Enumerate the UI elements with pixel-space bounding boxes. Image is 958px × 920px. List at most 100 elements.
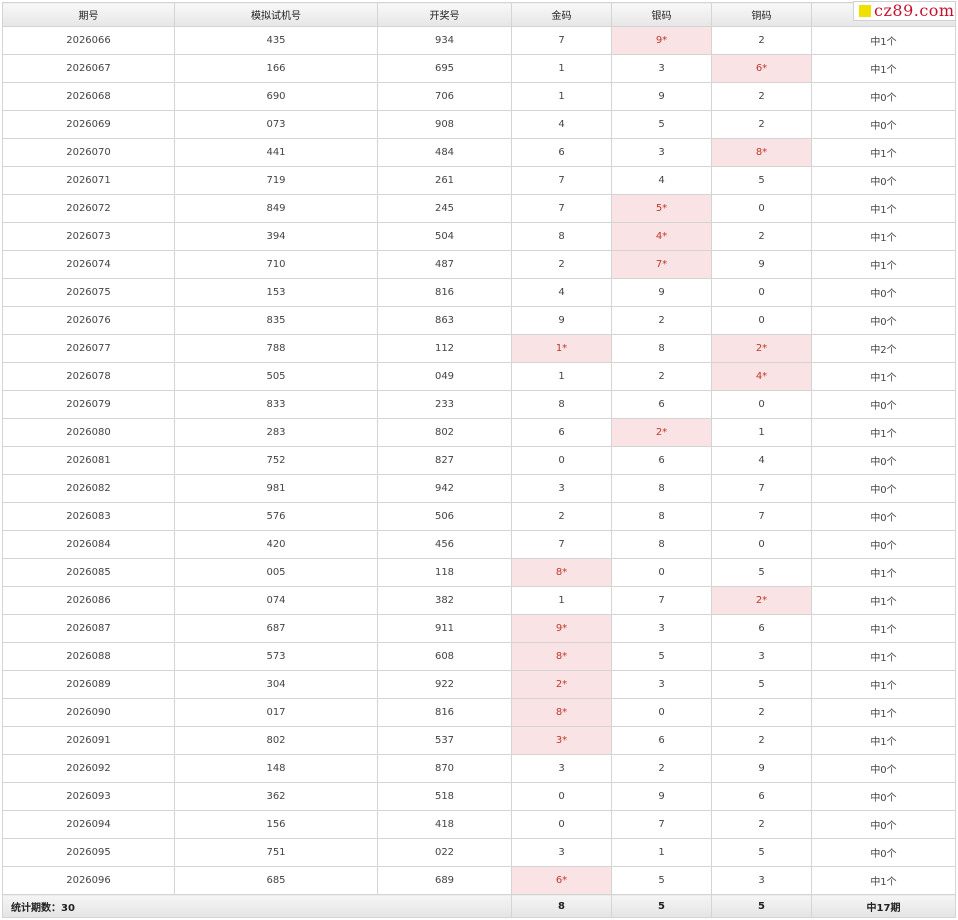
table-row: 2026094 156 418 0 7 2 中0个 [2, 810, 956, 839]
cell-draw-number: 802 [377, 418, 512, 447]
cell-bronze: 6* [711, 54, 812, 83]
cell-silver: 2 [611, 306, 712, 335]
cell-result: 中0个 [811, 810, 956, 839]
table-row: 2026077 788 112 1* 8 2* 中2个 [2, 334, 956, 363]
cell-sim-number: 394 [174, 222, 378, 251]
summary-gold: 8 [511, 894, 612, 918]
cell-silver: 0 [611, 698, 712, 727]
cell-bronze: 9 [711, 250, 812, 279]
cell-period: 2026068 [2, 82, 175, 111]
cell-result: 中1个 [811, 558, 956, 587]
cell-bronze: 6 [711, 782, 812, 811]
cell-period: 2026085 [2, 558, 175, 587]
table-row: 2026068 690 706 1 9 2 中0个 [2, 82, 956, 111]
cell-draw-number: 418 [377, 810, 512, 839]
cell-sim-number: 362 [174, 782, 378, 811]
cell-result: 中1个 [811, 670, 956, 699]
cell-silver: 6 [611, 726, 712, 755]
cell-silver: 8 [611, 530, 712, 559]
cell-gold: 8* [511, 698, 612, 727]
cell-draw-number: 827 [377, 446, 512, 475]
cell-sim-number: 835 [174, 306, 378, 335]
cell-result: 中1个 [811, 362, 956, 391]
cell-gold: 1 [511, 82, 612, 111]
table-row: 2026087 687 911 9* 3 6 中1个 [2, 614, 956, 643]
cell-draw-number: 456 [377, 530, 512, 559]
cell-draw-number: 695 [377, 54, 512, 83]
summary-bronze: 5 [711, 894, 812, 918]
cell-period: 2026082 [2, 474, 175, 503]
cell-silver: 9 [611, 782, 712, 811]
cell-result: 中0个 [811, 306, 956, 335]
cell-draw-number: 689 [377, 866, 512, 895]
cell-gold: 6 [511, 418, 612, 447]
table-row: 2026072 849 245 7 5* 0 中1个 [2, 194, 956, 223]
cell-silver: 6 [611, 390, 712, 419]
cell-bronze: 2 [711, 222, 812, 251]
cell-bronze: 0 [711, 390, 812, 419]
cell-silver: 5 [611, 642, 712, 671]
table-row: 2026093 362 518 0 9 6 中0个 [2, 782, 956, 811]
cell-sim-number: 017 [174, 698, 378, 727]
cell-period: 2026096 [2, 866, 175, 895]
cell-sim-number: 153 [174, 278, 378, 307]
cell-gold: 9* [511, 614, 612, 643]
cell-bronze: 9 [711, 754, 812, 783]
cell-result: 中0个 [811, 390, 956, 419]
cell-period: 2026081 [2, 446, 175, 475]
cell-gold: 3 [511, 474, 612, 503]
cell-bronze: 8* [711, 138, 812, 167]
cell-gold: 0 [511, 446, 612, 475]
table-row: 2026070 441 484 6 3 8* 中1个 [2, 138, 956, 167]
cell-period: 2026088 [2, 642, 175, 671]
cell-sim-number: 849 [174, 194, 378, 223]
cell-period: 2026089 [2, 670, 175, 699]
cell-period: 2026091 [2, 726, 175, 755]
cell-result: 中1个 [811, 26, 956, 55]
cell-period: 2026072 [2, 194, 175, 223]
cell-gold: 1 [511, 54, 612, 83]
cell-period: 2026087 [2, 614, 175, 643]
cell-bronze: 2* [711, 334, 812, 363]
summary-row: 统计期数：30 8 5 5 中17期 [2, 894, 956, 918]
cell-result: 中1个 [811, 418, 956, 447]
table-row: 2026079 833 233 8 6 0 中0个 [2, 390, 956, 419]
table-row: 2026096 685 689 6* 5 3 中1个 [2, 866, 956, 895]
cell-bronze: 4* [711, 362, 812, 391]
cell-bronze: 0 [711, 194, 812, 223]
cell-period: 2026079 [2, 390, 175, 419]
cell-draw-number: 706 [377, 82, 512, 111]
cell-result: 中1个 [811, 642, 956, 671]
results-table: 期号 模拟试机号 开奖号 金码 银码 铜码 2026066 435 934 7 9* 2 中… [2, 2, 956, 918]
cell-silver: 2 [611, 754, 712, 783]
site-logo[interactable]: cz89.com [853, 1, 956, 21]
col-header-sim-number: 模拟试机号 [174, 2, 378, 27]
cell-silver: 4* [611, 222, 712, 251]
cell-silver: 0 [611, 558, 712, 587]
cell-silver: 2 [611, 362, 712, 391]
cell-period: 2026071 [2, 166, 175, 195]
cell-bronze: 7 [711, 502, 812, 531]
cell-draw-number: 608 [377, 642, 512, 671]
cell-period: 2026066 [2, 26, 175, 55]
cell-period: 2026069 [2, 110, 175, 139]
cell-gold: 2 [511, 250, 612, 279]
table-row: 2026066 435 934 7 9* 2 中1个 [2, 26, 956, 55]
cell-result: 中0个 [811, 530, 956, 559]
cell-gold: 3 [511, 754, 612, 783]
cell-gold: 1 [511, 586, 612, 615]
cell-result: 中1个 [811, 222, 956, 251]
cell-gold: 9 [511, 306, 612, 335]
cell-silver: 7 [611, 586, 712, 615]
cell-result: 中0个 [811, 446, 956, 475]
table-row: 2026073 394 504 8 4* 2 中1个 [2, 222, 956, 251]
cell-draw-number: 518 [377, 782, 512, 811]
cell-result: 中2个 [811, 334, 956, 363]
cell-silver: 3 [611, 54, 712, 83]
cell-period: 2026067 [2, 54, 175, 83]
cell-sim-number: 573 [174, 642, 378, 671]
cell-gold: 1 [511, 362, 612, 391]
cell-draw-number: 537 [377, 726, 512, 755]
cell-draw-number: 816 [377, 278, 512, 307]
cell-result: 中0个 [811, 110, 956, 139]
